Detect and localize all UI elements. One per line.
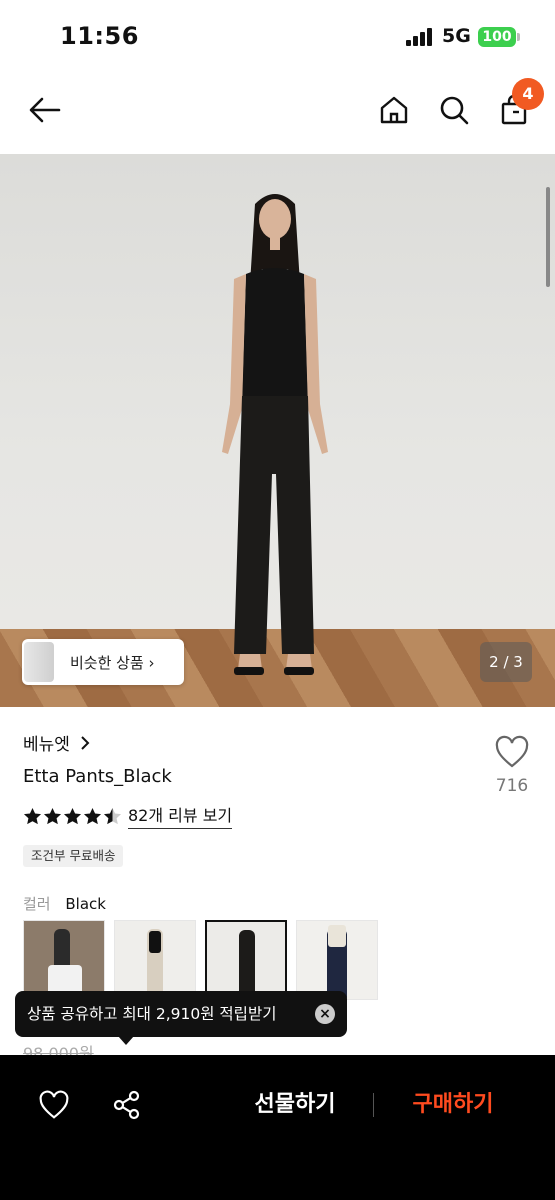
product-title: Etta Pants_Black [23,766,172,787]
star-half-icon [103,807,122,825]
back-button[interactable] [25,90,65,130]
similar-products-label: 비슷한 상품 › [70,654,155,672]
home-icon [380,96,408,124]
buy-button[interactable]: 구매하기 [394,1087,512,1123]
search-icon [440,96,469,125]
color-label: 컬러 [23,895,51,913]
divider [373,1093,374,1117]
similar-products-button[interactable]: 비슷한 상품 › [22,639,184,685]
wishlist-button[interactable] [36,1087,72,1123]
home-button[interactable] [374,90,414,130]
tooltip-text: 상품 공유하고 최대 2,910원 적립받기 [27,1005,277,1023]
bottom-action-bar: 선물하기 구매하기 [0,1055,555,1200]
model-photo [222,194,328,675]
shipping-badge: 조건부 무료배송 [23,845,124,867]
star-icon [83,807,102,825]
share-icon [113,1090,140,1120]
color-selector-label: 컬러 Black [23,893,106,914]
status-bar: 11:56 5G 100 [0,0,555,70]
brand-link[interactable]: 베뉴엣 [23,730,90,755]
color-option-1[interactable] [23,920,105,1000]
network-type: 5G [442,25,471,47]
image-pager: 2 / 3 [480,642,532,682]
color-value: Black [65,895,106,913]
search-button[interactable] [434,90,474,130]
share-reward-tooltip: 상품 공유하고 최대 2,910원 적립받기 × [15,991,347,1045]
cart-count-badge: 4 [512,78,544,110]
similar-thumbnail [24,642,54,682]
status-time: 11:56 [60,22,139,50]
color-option-2[interactable] [114,920,196,1000]
share-button[interactable] [109,1087,145,1123]
chevron-right-icon [81,735,90,750]
scroll-indicator [546,187,550,287]
star-icon [63,807,82,825]
product-image-carousel[interactable] [0,154,555,707]
signal-icon [406,28,434,46]
wishlist-heart-icon[interactable] [494,735,530,769]
review-link[interactable]: 82개 리뷰 보기 [128,806,233,829]
rating-stars [23,807,122,826]
brand-name: 베뉴엣 [23,735,70,755]
close-icon[interactable]: × [315,1004,335,1024]
wishlist-count: 716 [495,776,529,796]
app-header [0,70,555,154]
gift-button[interactable]: 선물하기 [236,1087,354,1123]
arrow-left-icon [29,97,61,123]
color-option-4[interactable] [296,920,378,1000]
battery-icon: 100 [478,27,520,47]
star-icon [43,807,62,825]
star-icon [23,807,42,825]
color-option-3[interactable] [205,920,287,1000]
heart-icon [39,1090,69,1119]
